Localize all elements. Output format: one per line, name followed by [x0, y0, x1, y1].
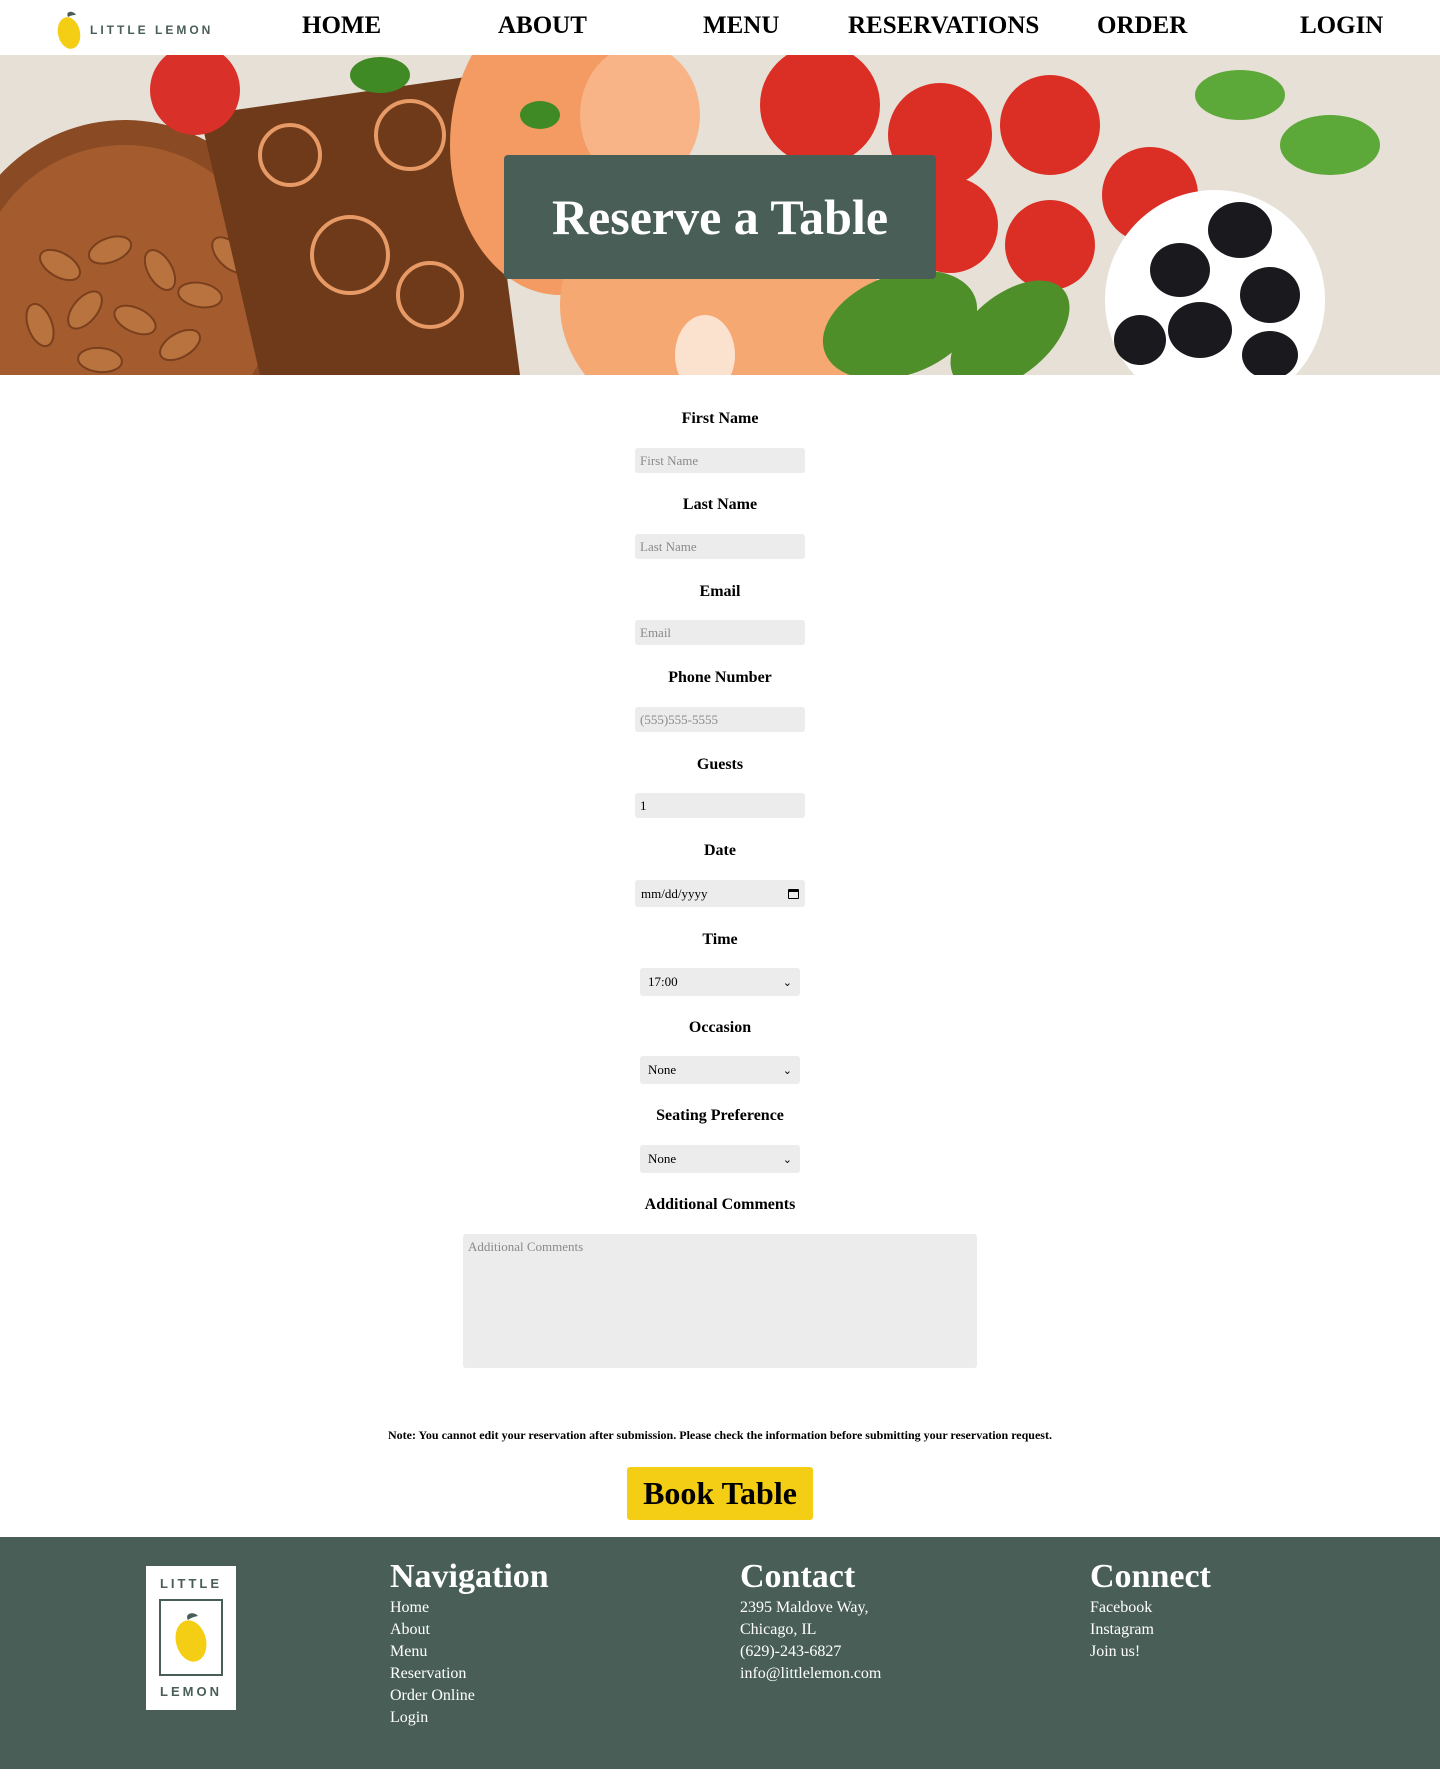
footer-email[interactable]: info@littlelemon.com	[740, 1663, 881, 1685]
last-name-label: Last Name	[682, 496, 758, 513]
brand-logo[interactable]: LITTLE LEMON	[56, 10, 213, 50]
footer-logo-frame	[159, 1599, 223, 1676]
nav-order[interactable]: ORDER	[1097, 12, 1187, 40]
nav-home[interactable]: HOME	[302, 12, 381, 40]
chevron-down-icon: ⌄	[782, 1063, 792, 1077]
time-select[interactable]: 17:00 ⌄	[640, 968, 800, 996]
time-value: 17:00	[648, 974, 678, 989]
seating-select[interactable]: None ⌄	[640, 1145, 800, 1173]
phone-label: Phone Number	[668, 669, 772, 686]
footer-address-line-1: 2395 Maldove Way,	[740, 1599, 869, 1616]
book-table-button[interactable]: Book Table	[627, 1467, 813, 1520]
lemon-icon	[175, 1613, 207, 1662]
site-header: LITTLE LEMON HOME ABOUT MENU RESERVATION…	[0, 0, 1440, 55]
footer-connect-heading: Connect	[1090, 1558, 1211, 1595]
footer-link-reservation[interactable]: Reservation	[390, 1663, 549, 1685]
time-label: Time	[702, 931, 738, 948]
first-name-label: First Name	[681, 410, 759, 427]
nav-reservations[interactable]: RESERVATIONS	[848, 12, 1039, 40]
calendar-icon[interactable]	[788, 888, 799, 899]
footer-link-instagram[interactable]: Instagram	[1090, 1619, 1211, 1641]
footer-contact: Contact 2395 Maldove Way, Chicago, IL (6…	[740, 1557, 881, 1685]
nav-menu[interactable]: MENU	[703, 12, 779, 40]
footer-logo-top-text: LITTLE	[159, 1576, 223, 1591]
footer-link-order-online[interactable]: Order Online	[390, 1685, 549, 1707]
last-name-input[interactable]	[635, 534, 805, 559]
guests-label: Guests	[696, 756, 744, 773]
guests-input[interactable]	[635, 793, 805, 818]
phone-input[interactable]	[635, 707, 805, 732]
footer-link-about[interactable]: About	[390, 1619, 549, 1641]
submission-note: Note: You cannot edit your reservation a…	[388, 1428, 1052, 1442]
comments-textarea[interactable]	[463, 1234, 977, 1368]
footer-link-join-us[interactable]: Join us!	[1090, 1641, 1211, 1663]
lemon-icon	[57, 11, 81, 49]
hero-title-box: Reserve a Table	[504, 155, 936, 279]
occasion-label: Occasion	[688, 1019, 752, 1036]
footer-address-line-2: Chicago, IL	[740, 1621, 817, 1638]
seating-label: Seating Preference	[656, 1107, 784, 1124]
footer-logo[interactable]: LITTLE LEMON	[146, 1566, 236, 1710]
date-value: mm/dd/yyyy	[641, 885, 708, 901]
email-input[interactable]	[635, 620, 805, 645]
date-input[interactable]: mm/dd/yyyy	[635, 880, 805, 907]
footer-navigation-heading: Navigation	[390, 1558, 549, 1595]
occasion-value: None	[648, 1062, 677, 1077]
comments-label: Additional Comments	[644, 1196, 796, 1213]
nav-login[interactable]: LOGIN	[1300, 12, 1383, 40]
footer-navigation: Navigation Home About Menu Reservation O…	[390, 1557, 549, 1729]
hero-banner: Reserve a Table	[0, 55, 1440, 375]
chevron-down-icon: ⌄	[782, 975, 792, 989]
first-name-input[interactable]	[635, 448, 805, 473]
footer-contact-heading: Contact	[740, 1558, 856, 1595]
chevron-down-icon: ⌄	[782, 1152, 792, 1166]
footer-phone[interactable]: (629)-243-6827	[740, 1641, 881, 1663]
footer-link-home[interactable]: Home	[390, 1597, 549, 1619]
footer-link-menu[interactable]: Menu	[390, 1641, 549, 1663]
site-footer: LITTLE LEMON Navigation Home About Menu …	[0, 1537, 1440, 1769]
date-label: Date	[704, 842, 736, 859]
page-title: Reserve a Table	[551, 189, 889, 245]
footer-link-facebook[interactable]: Facebook	[1090, 1597, 1211, 1619]
footer-connect: Connect Facebook Instagram Join us!	[1090, 1557, 1211, 1663]
brand-name: LITTLE LEMON	[90, 23, 214, 37]
footer-link-login[interactable]: Login	[390, 1707, 549, 1729]
email-label: Email	[699, 583, 741, 600]
nav-about[interactable]: ABOUT	[498, 12, 587, 40]
seating-value: None	[648, 1151, 677, 1166]
footer-logo-bottom-text: LEMON	[160, 1684, 222, 1699]
occasion-select[interactable]: None ⌄	[640, 1056, 800, 1084]
